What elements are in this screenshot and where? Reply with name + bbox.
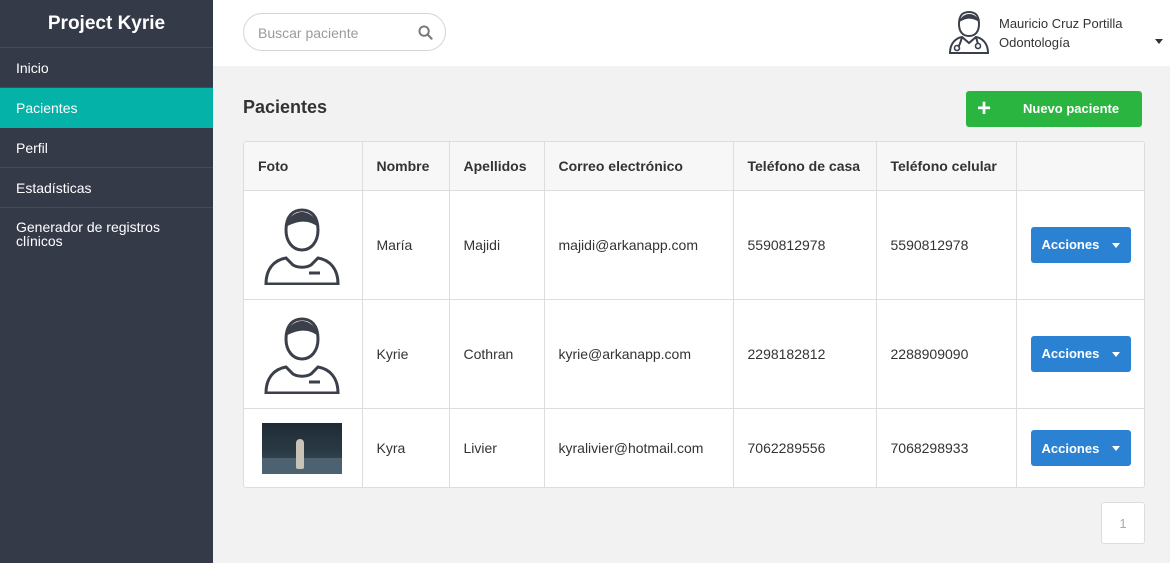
- cell-telefono-celular: 7068298933: [876, 408, 1017, 487]
- new-patient-label: Nuevo paciente: [1023, 101, 1120, 116]
- sidebar-item-generador[interactable]: Generador de registros clínicos: [0, 208, 213, 262]
- actions-cell: Acciones: [1016, 408, 1144, 487]
- patient-avatar-icon: [262, 204, 342, 285]
- table-row[interactable]: Kyrie Cothran kyrie@arkanapp.com 2298182…: [244, 299, 1144, 409]
- cell-apellidos: Livier: [449, 408, 545, 487]
- new-patient-button[interactable]: + Nuevo paciente: [966, 91, 1142, 127]
- column-header-apellidos[interactable]: Apellidos: [449, 142, 545, 191]
- patients-table: Foto Nombre Apellidos Correo electrónico…: [243, 141, 1145, 488]
- cell-telefono-casa: 5590812978: [733, 190, 877, 300]
- actions-button[interactable]: Acciones: [1030, 335, 1131, 372]
- photo-cell: [244, 299, 363, 409]
- cell-correo: kyrie@arkanapp.com: [544, 299, 734, 409]
- column-header-telefono-casa[interactable]: Teléfono de casa: [733, 142, 877, 191]
- column-header-nombre[interactable]: Nombre: [362, 142, 450, 191]
- actions-label: Acciones: [1041, 440, 1100, 456]
- cell-telefono-casa: 2298182812: [733, 299, 877, 409]
- app-title: Project Kyrie: [0, 0, 213, 48]
- cell-correo: kyralivier@hotmail.com: [544, 408, 734, 487]
- table-header-row: Foto Nombre Apellidos Correo electrónico…: [244, 142, 1144, 191]
- cell-telefono-celular: 5590812978: [876, 190, 1017, 300]
- cell-telefono-casa: 7062289556: [733, 408, 877, 487]
- cell-nombre: Kyrie: [362, 299, 450, 409]
- cell-telefono-celular: 2288909090: [876, 299, 1017, 409]
- user-role: Odontología: [999, 35, 1070, 50]
- search-box: [243, 13, 446, 51]
- top-bar: Mauricio Cruz Portilla Odontología: [213, 0, 1170, 66]
- sidebar-item-pacientes[interactable]: Pacientes: [0, 88, 213, 128]
- actions-button[interactable]: Acciones: [1030, 430, 1131, 467]
- column-header-telefono-celular[interactable]: Teléfono celular: [876, 142, 1017, 191]
- sidebar-item-estadisticas[interactable]: Estadísticas: [0, 168, 213, 208]
- cell-nombre: Kyra: [362, 408, 450, 487]
- column-header-foto[interactable]: Foto: [244, 142, 363, 191]
- user-menu[interactable]: Mauricio Cruz Portilla Odontología: [948, 10, 1163, 56]
- photo-cell: [244, 190, 363, 300]
- actions-button[interactable]: Acciones: [1030, 226, 1131, 263]
- actions-cell: Acciones: [1016, 299, 1144, 409]
- pagination-page-1[interactable]: 1: [1101, 502, 1145, 544]
- sidebar-item-inicio[interactable]: Inicio: [0, 48, 213, 88]
- actions-cell: Acciones: [1016, 190, 1144, 300]
- search-input[interactable]: [258, 23, 408, 43]
- page-title: Pacientes: [243, 97, 328, 117]
- chevron-down-icon: [1111, 351, 1120, 357]
- user-name: Mauricio Cruz Portilla: [999, 16, 1123, 31]
- search-icon[interactable]: [418, 25, 433, 40]
- actions-label: Acciones: [1041, 346, 1100, 361]
- table-row[interactable]: María Majidi majidi@arkanapp.com 5590812…: [244, 190, 1144, 300]
- column-header-correo[interactable]: Correo electrónico: [544, 142, 734, 191]
- cell-nombre: María: [362, 190, 450, 300]
- cell-apellidos: Majidi: [449, 190, 545, 300]
- plus-icon: +: [976, 95, 991, 122]
- table-row[interactable]: Kyra Livier kyralivier@hotmail.com 70622…: [244, 408, 1144, 487]
- sidebar-item-perfil[interactable]: Perfil: [0, 128, 213, 168]
- patient-photo: [262, 422, 342, 474]
- actions-label: Acciones: [1041, 237, 1100, 252]
- cell-correo: majidi@arkanapp.com: [544, 190, 734, 300]
- sidebar: Project Kyrie Inicio Pacientes Perfil Es…: [0, 0, 213, 563]
- chevron-down-icon: [1111, 446, 1120, 452]
- doctor-avatar-icon: [948, 10, 990, 54]
- photo-cell: [244, 408, 363, 487]
- chevron-down-icon: [1111, 242, 1120, 248]
- column-header-acciones: [1016, 142, 1144, 191]
- patient-avatar-icon: [262, 313, 342, 394]
- chevron-down-icon[interactable]: [1155, 39, 1163, 44]
- cell-apellidos: Cothran: [449, 299, 545, 409]
